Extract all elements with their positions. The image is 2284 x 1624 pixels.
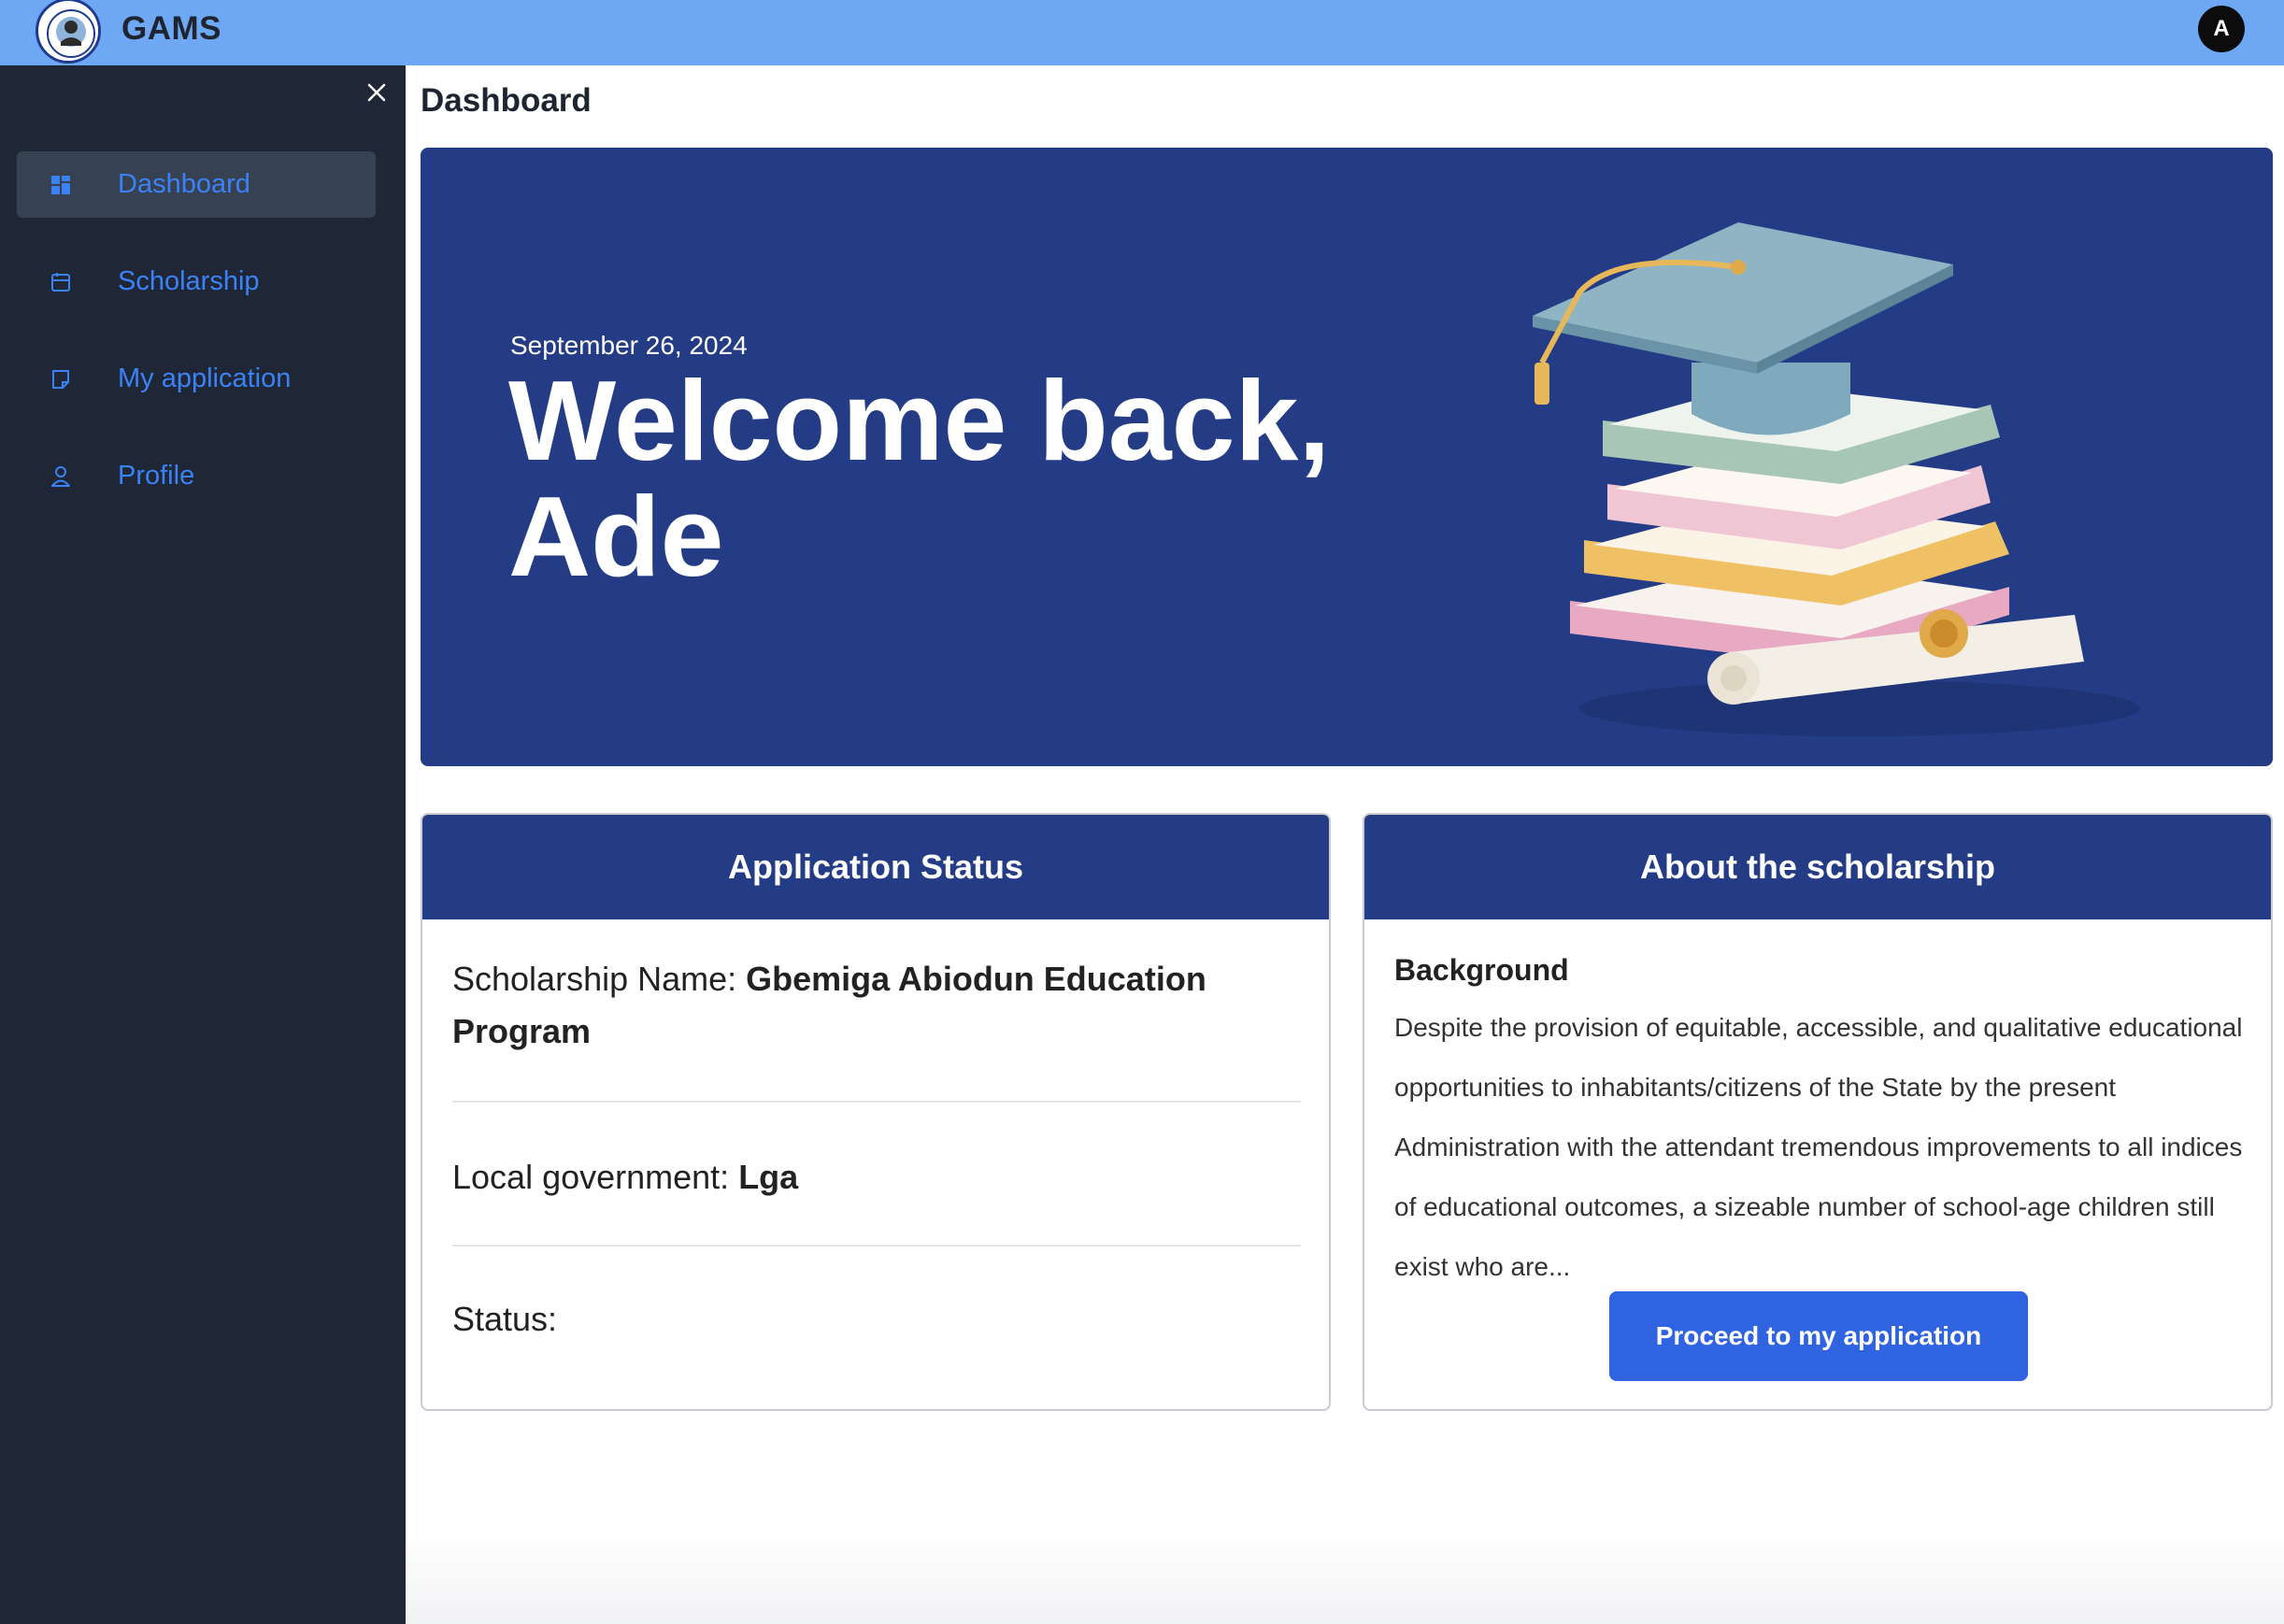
welcome-banner: September 26, 2024 Welcome back, Ade — [421, 148, 2273, 766]
sidebar: Dashboard Scholarship My application Pro… — [0, 65, 406, 1624]
divider — [452, 1101, 1301, 1103]
user-avatar[interactable]: A — [2198, 6, 2245, 52]
calendar-icon — [51, 273, 70, 292]
about-scholarship-title: About the scholarship — [1364, 815, 2271, 919]
application-status-card: Application Status Scholarship Name: Gbe… — [421, 813, 1331, 1411]
close-icon — [367, 83, 386, 102]
scholarship-name-row: Scholarship Name: Gbemiga Abiodun Educat… — [452, 953, 1301, 1058]
dashboard-grid-icon — [51, 176, 70, 194]
program-logo[interactable] — [36, 0, 101, 64]
local-government-label: Local government: — [452, 1158, 739, 1196]
close-sidebar-button[interactable] — [363, 78, 391, 107]
sidebar-item-label: My application — [118, 363, 292, 393]
page-footer-fade — [406, 1532, 2284, 1624]
local-government-row: Local government: Lga — [452, 1151, 1301, 1204]
sidebar-item-profile[interactable]: Profile — [17, 443, 376, 509]
scholarship-name-label: Scholarship Name: — [452, 960, 747, 998]
application-status-title: Application Status — [422, 815, 1329, 919]
sidebar-item-my-application[interactable]: My application — [17, 346, 376, 412]
sidebar-item-label: Dashboard — [118, 169, 250, 199]
about-scholarship-card: About the scholarship Background Despite… — [1363, 813, 2273, 1411]
sidebar-item-label: Profile — [118, 461, 195, 491]
proceed-to-application-button[interactable]: Proceed to my application — [1609, 1291, 2028, 1381]
page-title: Dashboard — [421, 82, 592, 119]
graduation-books-illustration — [1533, 222, 2140, 736]
sidebar-item-dashboard[interactable]: Dashboard — [17, 151, 376, 218]
top-bar: GAMS A — [0, 0, 2284, 65]
background-text: Despite the provision of equitable, acce… — [1394, 1013, 2243, 1281]
status-label: Status: — [452, 1300, 558, 1338]
sidebar-item-scholarship[interactable]: Scholarship — [17, 249, 376, 315]
divider — [452, 1245, 1301, 1246]
welcome-heading: Welcome back, Ade — [508, 357, 1331, 600]
background-heading: Background — [1394, 953, 1569, 987]
logo-emblem-icon — [40, 3, 98, 61]
user-icon — [51, 466, 70, 487]
document-icon — [52, 370, 69, 389]
status-row: Status: — [452, 1293, 1301, 1346]
sidebar-item-label: Scholarship — [118, 266, 260, 296]
app-name[interactable]: GAMS — [121, 10, 221, 48]
local-government-value: Lga — [738, 1158, 799, 1196]
